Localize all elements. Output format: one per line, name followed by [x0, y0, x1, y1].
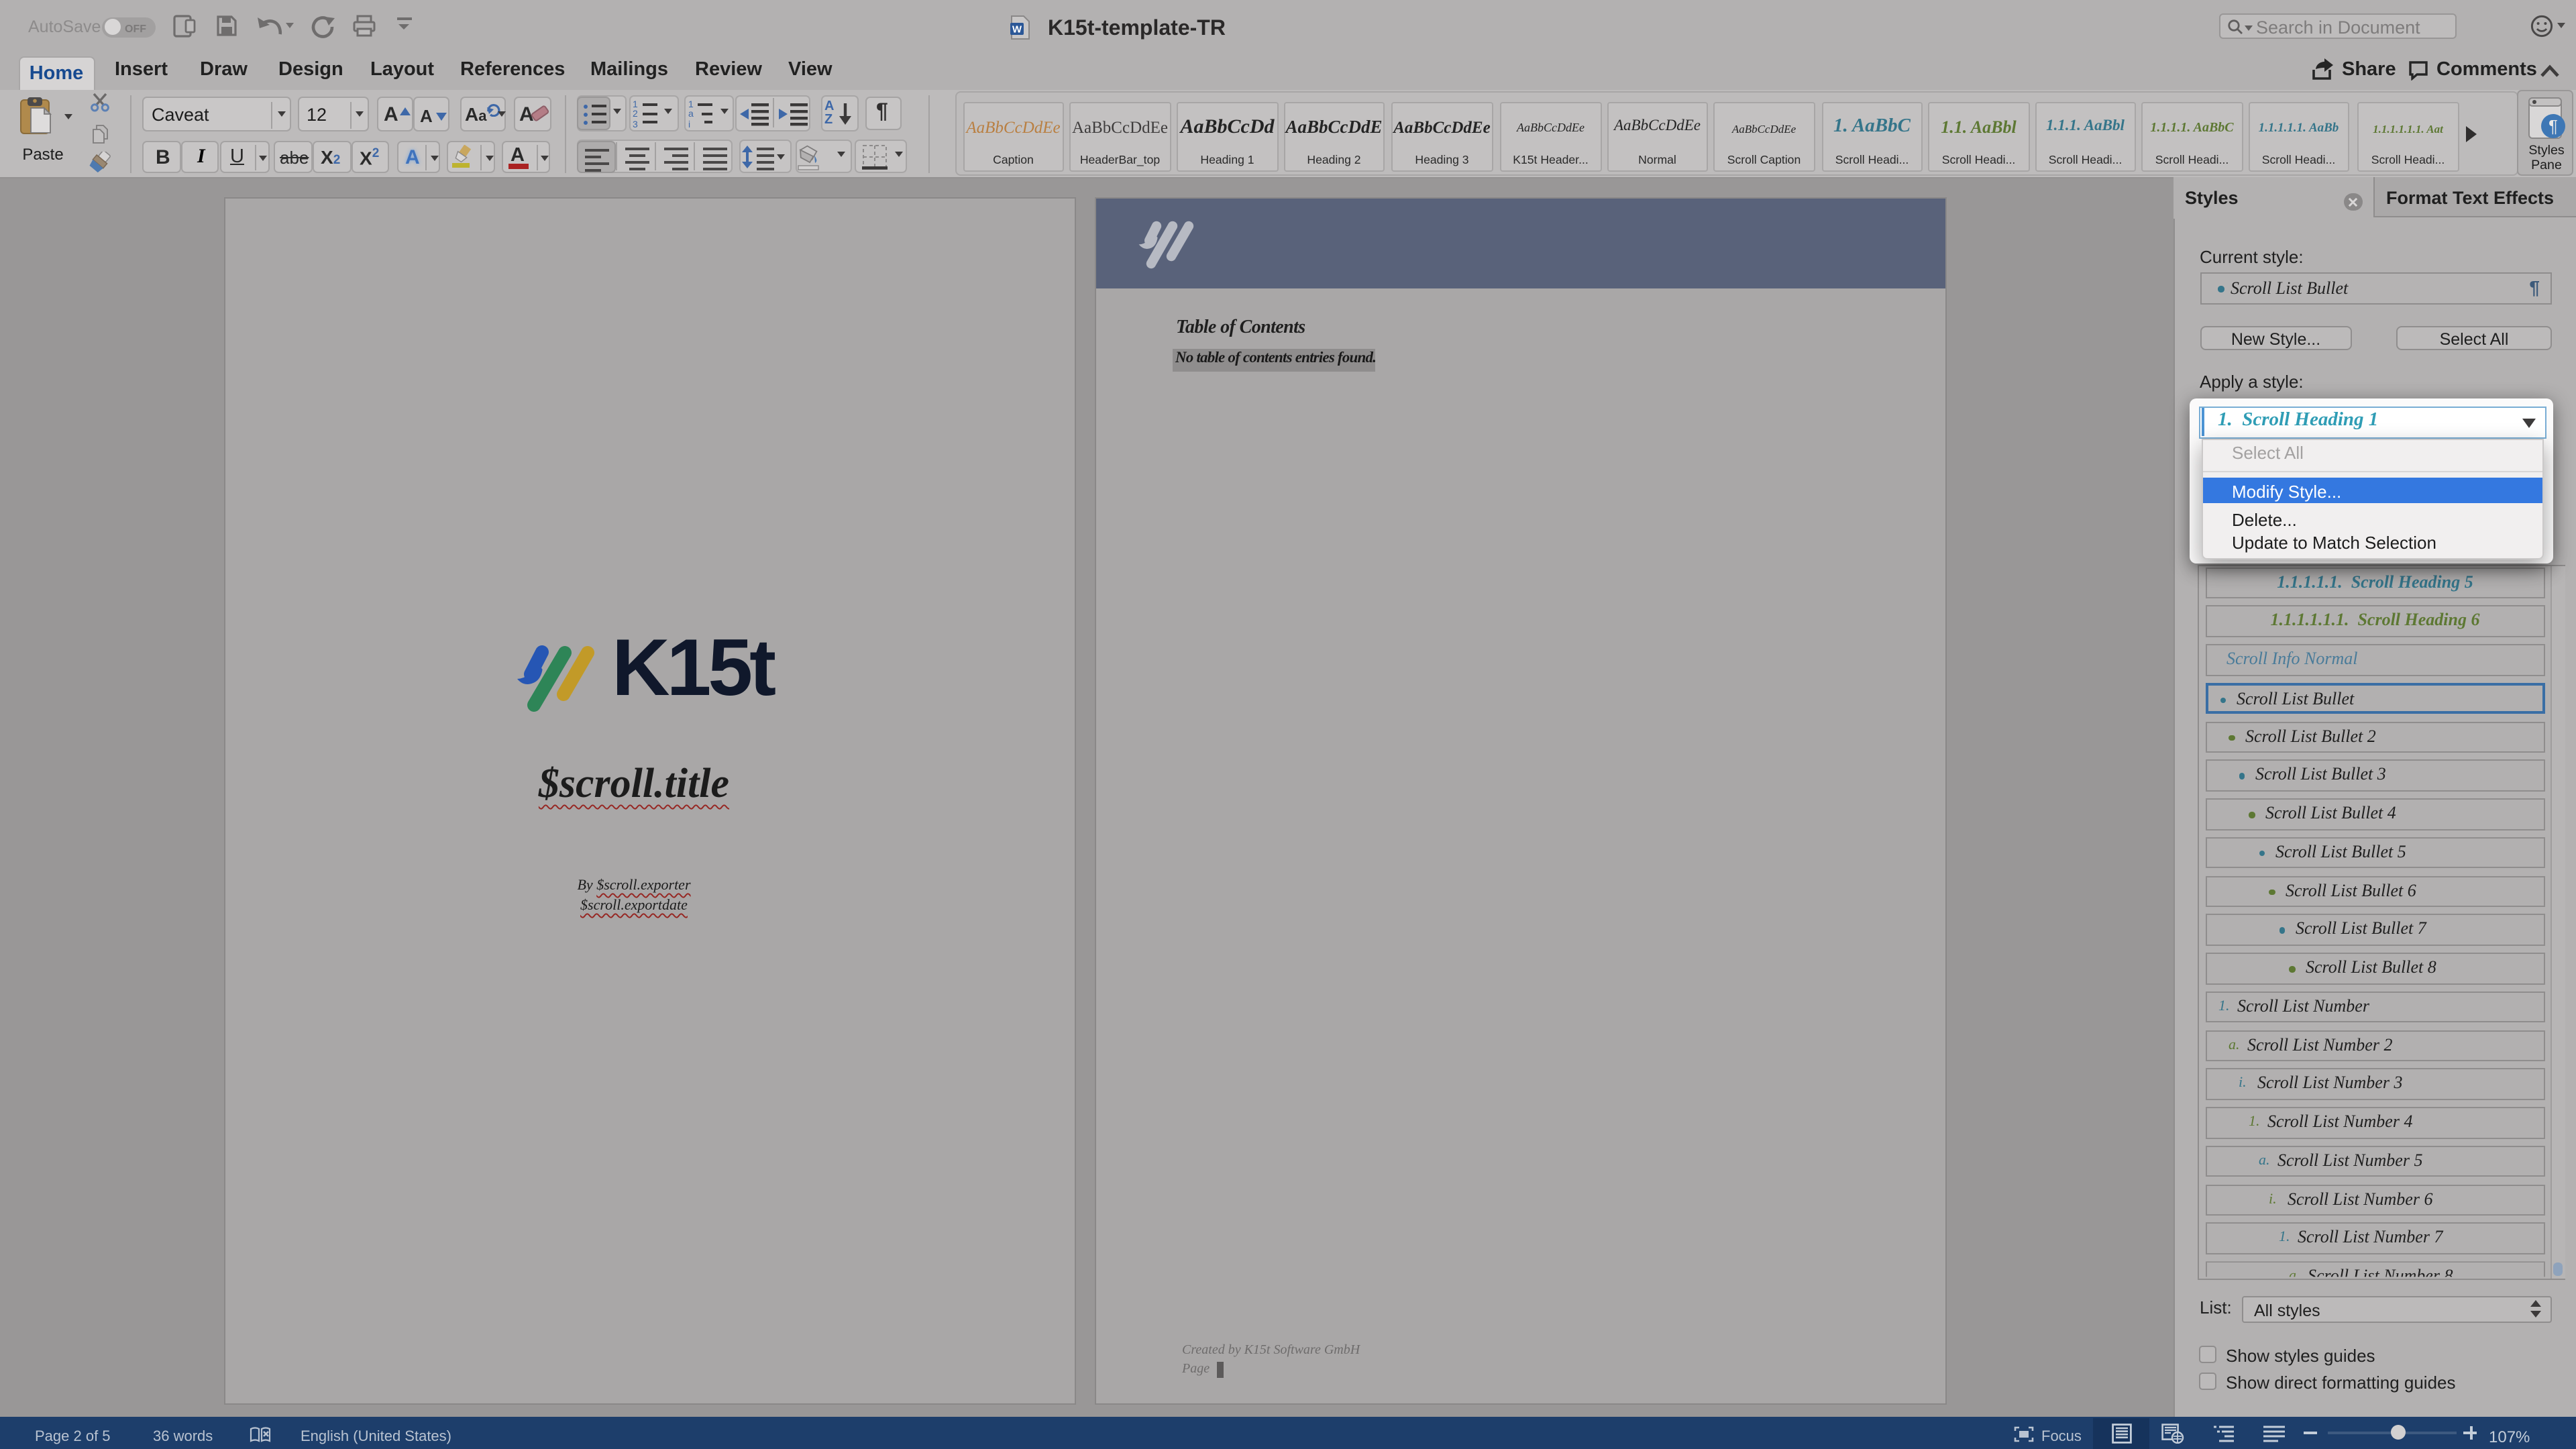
svg-text:¶: ¶ — [2548, 116, 2558, 136]
svg-text:W: W — [1012, 24, 1022, 36]
